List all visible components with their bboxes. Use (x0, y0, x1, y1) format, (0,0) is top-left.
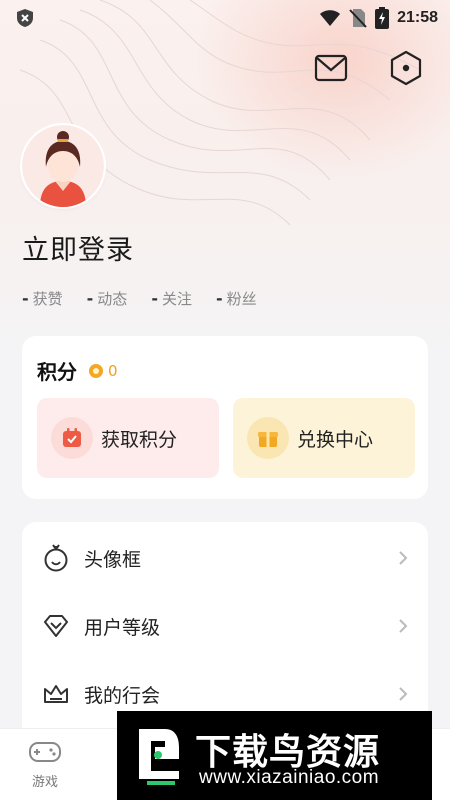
chevron-right-icon (399, 551, 408, 565)
profile-stats: - 获赞 - 动态 - 关注 - 粉丝 (22, 288, 281, 309)
stat-label: 获赞 (32, 290, 63, 308)
exchange-center-label: 兑换中心 (297, 429, 374, 451)
points-value: 0 (108, 361, 118, 380)
settings-hex-icon (390, 50, 422, 86)
menu-item-user-level[interactable]: 用户等级 (22, 592, 428, 660)
chevron-right-icon (399, 687, 408, 701)
battery-charging-icon (375, 7, 390, 29)
mail-button[interactable] (313, 50, 349, 86)
exchange-center-button[interactable]: 兑换中心 (233, 398, 415, 478)
chevron-right-icon (399, 619, 408, 633)
wifi-icon (320, 10, 341, 26)
points-card: 积分 0 获取积分 兑换中心 (22, 336, 428, 499)
stat-likes[interactable]: - 获赞 (22, 288, 63, 309)
stat-value: - (215, 289, 223, 308)
stat-value: - (86, 289, 94, 308)
level-diamond-icon (42, 612, 70, 640)
gift-icon (247, 417, 289, 459)
tab-game-label: 游戏 (31, 775, 58, 790)
stat-following[interactable]: - 关注 (151, 288, 192, 309)
stat-fans[interactable]: - 粉丝 (216, 288, 257, 309)
shield-x-icon (17, 9, 33, 27)
stat-posts[interactable]: - 动态 (87, 288, 128, 309)
calendar-check-icon (51, 417, 93, 459)
gamepad-icon (29, 742, 61, 762)
status-time: 21:58 (397, 9, 438, 26)
menu-item-label: 我的行会 (84, 684, 161, 707)
stat-label: 关注 (161, 290, 192, 308)
points-title: 积分 (37, 360, 77, 384)
settings-button[interactable] (388, 50, 424, 86)
menu-item-label: 用户等级 (84, 616, 161, 639)
stat-value: - (22, 289, 29, 308)
avatar-frame-icon (42, 544, 70, 572)
points-header: 积分 0 (37, 356, 118, 385)
login-link[interactable]: 立即登录 (22, 228, 134, 267)
menu-item-avatar-frame[interactable]: 头像框 (22, 524, 428, 592)
stat-label: 粉丝 (226, 290, 257, 308)
avatar-character-image (22, 125, 104, 207)
tab-game[interactable]: 游戏 (20, 739, 70, 790)
avatar[interactable] (22, 125, 104, 207)
earn-points-label: 获取积分 (101, 429, 178, 451)
stat-value: - (151, 289, 158, 308)
watermark-banner: 下载鸟资源 www.xiazainiao.com (117, 711, 432, 800)
menu-card: 头像框 用户等级 我的行会 (22, 522, 428, 742)
status-bar: 21:58 (0, 0, 450, 36)
earn-points-button[interactable]: 获取积分 (37, 398, 219, 478)
guild-crown-icon (42, 680, 70, 708)
no-sim-icon (349, 9, 367, 28)
mail-icon (314, 54, 348, 82)
bird-logo-icon (139, 729, 179, 785)
coin-icon (89, 363, 103, 378)
menu-item-label: 头像框 (84, 548, 142, 571)
watermark-url: www.xiazainiao.com (199, 767, 380, 788)
stat-label: 动态 (97, 290, 128, 308)
